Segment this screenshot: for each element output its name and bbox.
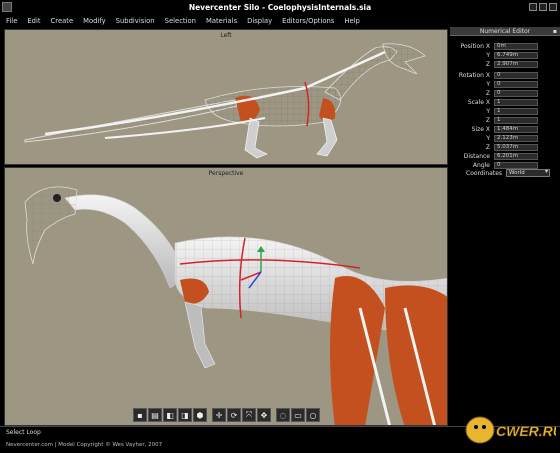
rotation-y-field[interactable]: 0 bbox=[494, 80, 538, 88]
svg-text:CWER.RU: CWER.RU bbox=[496, 423, 556, 439]
scale-label: Scale bbox=[467, 98, 484, 106]
select-vertex-icon[interactable]: ▪ bbox=[133, 408, 147, 422]
scale-z-row: Z 1 bbox=[450, 116, 538, 124]
angle-label: Angle bbox=[472, 161, 490, 169]
scale-y-field[interactable]: 1 bbox=[494, 107, 538, 115]
position-label: Position bbox=[460, 42, 484, 50]
close-button[interactable] bbox=[549, 3, 557, 11]
watermark-logo: CWER.RU bbox=[465, 416, 556, 444]
scale-y-row: Y 1 bbox=[450, 107, 538, 115]
menu-edit[interactable]: Edit bbox=[27, 17, 40, 25]
rotate-manipulator-icon[interactable]: ⟳ bbox=[227, 408, 241, 422]
distance-label: Distance bbox=[463, 152, 490, 160]
menu-subdivision[interactable]: Subdivision bbox=[116, 17, 155, 25]
move-manipulator-icon[interactable]: ✛ bbox=[212, 408, 226, 422]
menu-help[interactable]: Help bbox=[344, 17, 360, 25]
menu-selection[interactable]: Selection bbox=[165, 17, 196, 25]
menu-modify[interactable]: Modify bbox=[83, 17, 106, 25]
coordinates-label: Coordinates bbox=[466, 169, 503, 177]
menu-create[interactable]: Create bbox=[51, 17, 74, 25]
menu-materials[interactable]: Materials bbox=[206, 17, 237, 25]
panel-title: Numerical Editor bbox=[479, 27, 531, 35]
left-viewport[interactable]: Left bbox=[4, 29, 448, 165]
scale-x-field[interactable]: 1 bbox=[494, 98, 538, 106]
scale-x-row: Scale X 1 bbox=[450, 98, 538, 106]
size-x-row: Size X 1.484m bbox=[450, 125, 538, 133]
title-bar: Nevercenter Silo - CoelophysisInternals.… bbox=[0, 0, 560, 14]
rotation-z-field[interactable]: 0 bbox=[494, 89, 538, 97]
viewport-toolbar: ▪ ▤ ◧ ◨ ⬢ ✛ ⟳ ⤧ ✥ ◌ ▭ ○ bbox=[133, 408, 320, 422]
universal-manipulator-icon[interactable]: ✥ bbox=[257, 408, 271, 422]
distance-row: Distance 6.201m bbox=[450, 152, 538, 160]
rotation-y-row: Y 0 bbox=[450, 80, 538, 88]
panel-close-icon[interactable]: ▪ bbox=[553, 28, 557, 35]
menu-editors-options[interactable]: Editors/Options bbox=[282, 17, 334, 25]
brush-select-icon[interactable]: ◌ bbox=[276, 408, 290, 422]
dinosaur-side-view bbox=[24, 43, 426, 159]
coordinates-row: Coordinates World bbox=[466, 169, 551, 177]
size-x-field[interactable]: 1.484m bbox=[494, 125, 538, 133]
position-z-row: Z 2.907m bbox=[450, 60, 538, 68]
rotation-x-field[interactable]: 0 bbox=[494, 71, 538, 79]
copyright-text: Nevercenter.com | Model Copyright © Wes … bbox=[6, 442, 163, 448]
select-face-icon[interactable]: ◧ bbox=[163, 408, 177, 422]
minimize-button[interactable] bbox=[529, 3, 537, 11]
position-z-field[interactable]: 2.907m bbox=[494, 60, 538, 68]
menu-file[interactable]: File bbox=[6, 17, 17, 25]
box-select-icon[interactable]: ▭ bbox=[291, 408, 305, 422]
rotation-z-row: Z 0 bbox=[450, 89, 538, 97]
select-mesh-icon[interactable]: ⬢ bbox=[193, 408, 207, 422]
panel-header: Numerical Editor ▪ bbox=[450, 27, 560, 36]
distance-field[interactable]: 6.201m bbox=[494, 152, 538, 160]
app-icon[interactable] bbox=[2, 2, 12, 12]
window-buttons bbox=[529, 3, 557, 11]
coordinates-select[interactable]: World bbox=[506, 169, 551, 177]
numerical-editor-panel: Numerical Editor ▪ Position X 0m Y 6.749… bbox=[450, 27, 560, 426]
rotation-x-row: Rotation X 0 bbox=[450, 71, 538, 79]
scale-z-field[interactable]: 1 bbox=[494, 116, 538, 124]
rotation-label: Rotation bbox=[458, 71, 484, 79]
select-edge-icon[interactable]: ▤ bbox=[148, 408, 162, 422]
size-z-row: Z 5.037m bbox=[450, 143, 538, 151]
angle-field[interactable]: 0 bbox=[494, 161, 538, 169]
maximize-button[interactable] bbox=[539, 3, 547, 11]
dinosaur-perspective-view bbox=[24, 186, 447, 425]
size-label: Size bbox=[471, 125, 484, 133]
perspective-viewport[interactable]: Perspective ▪ ▤ ◧ ◨ ⬢ ✛ ⟳ ⤧ ✥ ◌ ▭ ○ bbox=[4, 167, 448, 426]
position-y-row: Y 6.749m bbox=[450, 51, 538, 59]
status-text: Select Loop bbox=[6, 429, 41, 436]
select-object-icon[interactable]: ◨ bbox=[178, 408, 192, 422]
angle-row: Angle 0 bbox=[450, 161, 538, 169]
position-x-field[interactable]: 0m bbox=[494, 42, 538, 50]
position-x-row: Position X 0m bbox=[450, 42, 538, 50]
position-y-field[interactable]: 6.749m bbox=[494, 51, 538, 59]
menu-display[interactable]: Display bbox=[247, 17, 272, 25]
size-z-field[interactable]: 5.037m bbox=[494, 143, 538, 151]
scale-manipulator-icon[interactable]: ⤧ bbox=[242, 408, 256, 422]
window-title: Nevercenter Silo - CoelophysisInternals.… bbox=[188, 2, 372, 12]
size-y-row: Y 2.123m bbox=[450, 134, 538, 142]
size-y-field[interactable]: 2.123m bbox=[494, 134, 538, 142]
menu-bar: File Edit Create Modify Subdivision Sele… bbox=[0, 14, 560, 27]
lasso-select-icon[interactable]: ○ bbox=[306, 408, 320, 422]
